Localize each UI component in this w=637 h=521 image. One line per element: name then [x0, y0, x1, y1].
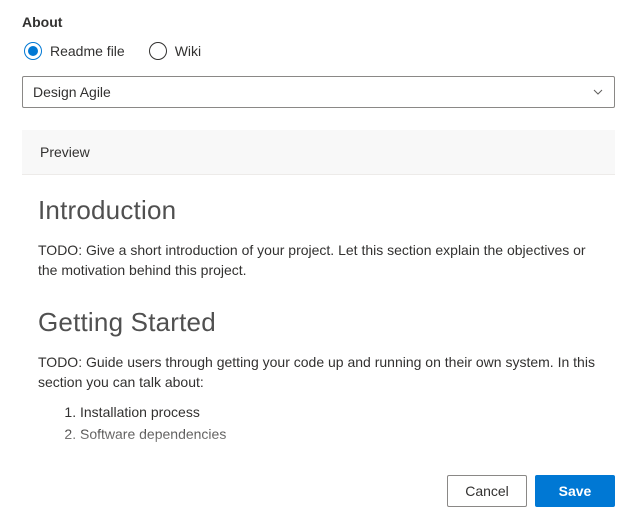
radio-option-readme[interactable]: Readme file [24, 42, 125, 60]
intro-heading: Introduction [38, 195, 599, 226]
save-button[interactable]: Save [535, 475, 615, 507]
list-item: Software dependencies [80, 424, 599, 446]
radio-readme-label: Readme file [50, 43, 125, 59]
about-source-radio-group: Readme file Wiki [22, 42, 615, 60]
cancel-button[interactable]: Cancel [447, 475, 527, 507]
radio-option-wiki[interactable]: Wiki [149, 42, 201, 60]
readme-source-dropdown[interactable]: Design Agile [22, 76, 615, 108]
about-section-title: About [22, 14, 615, 30]
getting-started-heading: Getting Started [38, 307, 599, 338]
dropdown-selected-value: Design Agile [33, 84, 111, 100]
preview-panel: Preview [22, 130, 615, 175]
preview-tab[interactable]: Preview [22, 130, 615, 174]
chevron-down-icon [592, 86, 604, 98]
radio-icon [149, 42, 167, 60]
radio-wiki-label: Wiki [175, 43, 201, 59]
intro-text: TODO: Give a short introduction of your … [38, 240, 599, 281]
radio-icon [24, 42, 42, 60]
getting-started-text: TODO: Guide users through getting your c… [38, 352, 599, 393]
dialog-footer: Cancel Save [447, 475, 615, 507]
list-item: Installation process [80, 402, 599, 424]
readme-preview-content: Introduction TODO: Give a short introduc… [22, 175, 615, 446]
getting-started-steps: Installation process Software dependenci… [38, 402, 599, 445]
